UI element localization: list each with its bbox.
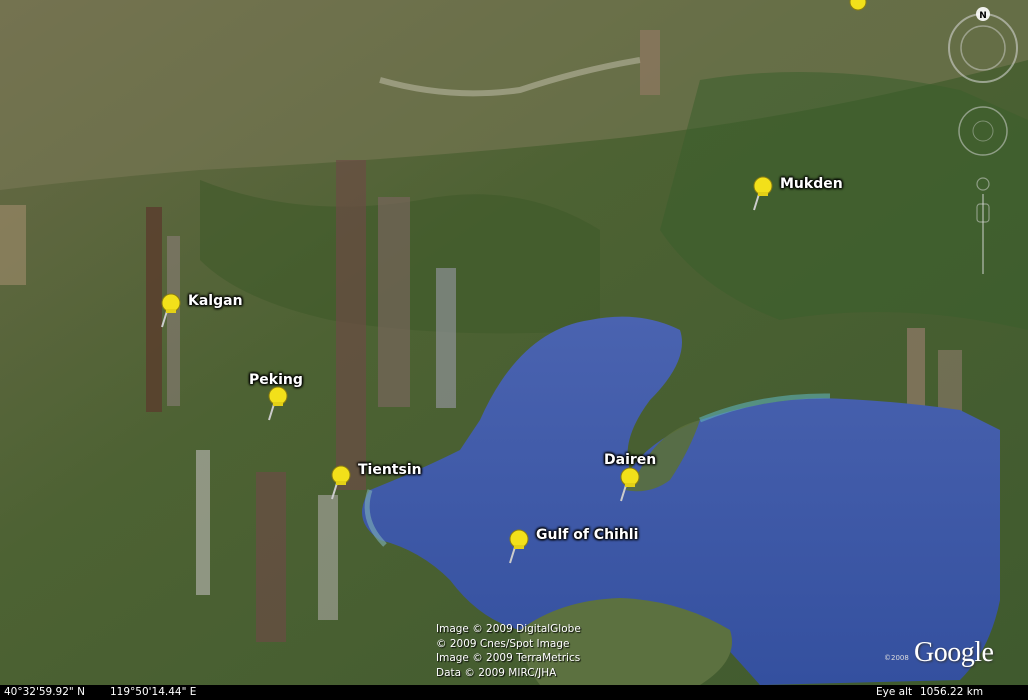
eye-alt-value: 1056.22 km <box>920 686 984 698</box>
placemark-label: Peking <box>249 372 303 388</box>
imagery-strip <box>0 205 26 285</box>
placemark-label: Dairen <box>604 452 657 468</box>
imagery-strip <box>256 472 286 642</box>
credit-line: Image © 2009 TerraMetrics <box>436 652 581 664</box>
eye-alt-label: Eye alt <box>876 686 913 698</box>
google-logo: Google <box>914 637 994 668</box>
credit-line: Data © 2009 MIRC/JHA <box>436 666 557 679</box>
pushpin-icon[interactable] <box>158 293 184 329</box>
pushpin-icon[interactable] <box>617 467 643 503</box>
credit-line: © 2009 Cnes/Spot Image <box>436 637 570 650</box>
look-joystick[interactable] <box>958 106 1008 156</box>
placemark-dairen[interactable]: Dairen <box>604 452 656 508</box>
imagery-strip <box>378 197 410 407</box>
placemark-label: Tientsin <box>358 462 422 478</box>
placemark-tientsin[interactable]: Tientsin <box>328 462 422 506</box>
map-viewport[interactable]: Mukden Kalgan Peking Tientsin Dairen Gul… <box>0 0 1028 700</box>
placemark-gulf-of-chihli[interactable]: Gulf of Chihli <box>506 527 638 570</box>
credit-line: Image © 2009 DigitalGlobe <box>436 623 581 635</box>
pushpin-icon[interactable] <box>750 176 776 212</box>
status-bar: 40°32'59.92" N 119°50'14.44" E Eye alt 1… <box>0 685 1028 700</box>
pushpin-icon[interactable] <box>328 465 354 501</box>
imagery-strip <box>318 495 338 620</box>
placemark-mukden[interactable]: Mukden <box>750 176 843 217</box>
satellite-terrain[interactable] <box>0 0 1028 700</box>
placemark-peking[interactable]: Peking <box>249 372 303 427</box>
logo-copyright: ©2008 <box>884 654 909 662</box>
imagery-strip <box>336 160 366 490</box>
imagery-credits: Image © 2009 DigitalGlobe © 2009 Cnes/Sp… <box>436 622 581 680</box>
placemark-kalgan[interactable]: Kalgan <box>158 293 243 334</box>
placemark-label: Kalgan <box>188 293 243 309</box>
longitude-readout: 119°50'14.44" E <box>110 686 197 698</box>
north-icon[interactable]: N <box>979 11 987 21</box>
imagery-strip <box>640 30 660 95</box>
placemark-label: Mukden <box>780 176 843 192</box>
imagery-strip <box>436 268 456 408</box>
placemark-label: Gulf of Chihli <box>536 527 639 543</box>
pushpin-icon[interactable] <box>265 386 291 422</box>
pushpin-icon[interactable] <box>506 529 532 565</box>
zoom-slider[interactable] <box>976 177 990 274</box>
imagery-strip <box>196 450 210 595</box>
latitude-readout: 40°32'59.92" N <box>4 686 85 698</box>
navigation-controls[interactable]: N <box>942 4 1024 274</box>
pushpin-icon[interactable] <box>848 0 868 12</box>
